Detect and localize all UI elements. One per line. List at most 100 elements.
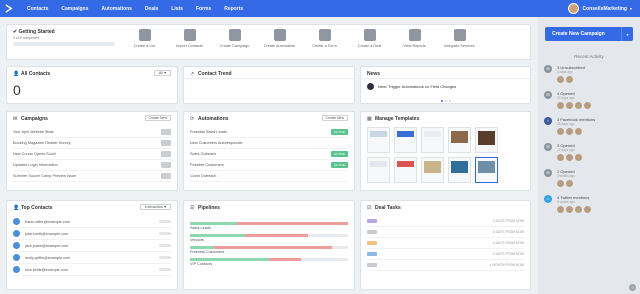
- pagination-dot[interactable]: [444, 100, 447, 102]
- template-thumbnail[interactable]: [421, 127, 444, 153]
- activity-item[interactable]: f3 Facebook mentions 22 days ago: [544, 116, 636, 142]
- contact-email: frank.miller@example.com: [25, 219, 70, 224]
- create-new-automation-button[interactable]: Create New: [321, 115, 348, 121]
- activity-item[interactable]: t4 Twitter mentions 3 weeks ago: [544, 194, 636, 220]
- pipeline-row[interactable]: Potential Customers: [190, 240, 348, 254]
- automations-list: Potential Sales Leads ACTIVE New Customer…: [190, 127, 348, 182]
- list-item[interactable]: Covid Outreach: [190, 171, 348, 182]
- create-new-campaign-label: Create New Campaign: [552, 31, 605, 37]
- list-item[interactable]: nick.bellis@example.com: [13, 264, 171, 276]
- list-item[interactable]: Booking Magazine Reader Survey: [13, 138, 171, 149]
- list-item[interactable]: Summer Soccer Camp Preview Issue: [13, 171, 171, 182]
- avatar[interactable]: [557, 102, 564, 109]
- create-deal-button[interactable]: Create a Deal: [347, 29, 392, 48]
- list-item[interactable]: 3 DAYS FROM NOW: [367, 249, 524, 260]
- top-contacts-title: 👤 Top Contacts: [13, 205, 53, 211]
- avatar[interactable]: [566, 180, 573, 187]
- create-campaign-button[interactable]: Create Campaign: [212, 29, 257, 48]
- list-item[interactable]: Your April Website Stats: [13, 127, 171, 138]
- avatar: [13, 242, 20, 249]
- nav-campaigns[interactable]: Campaigns: [61, 6, 88, 12]
- list-item[interactable]: frank.miller@example.com: [13, 216, 171, 228]
- create-new-campaign-button[interactable]: Create New Campaign ▾: [545, 27, 633, 41]
- avatar[interactable]: [557, 180, 564, 187]
- help-icon[interactable]: ?: [629, 284, 636, 291]
- template-thumbnail[interactable]: [421, 157, 444, 183]
- list-item[interactable]: julia.smith@example.com: [13, 228, 171, 240]
- view-reports-button[interactable]: View Reports: [392, 29, 437, 48]
- avatar[interactable]: [584, 206, 591, 213]
- create-new-campaign-button[interactable]: Create New: [144, 115, 171, 121]
- nav-contacts[interactable]: Contacts: [27, 6, 48, 12]
- avatar[interactable]: [557, 76, 564, 83]
- automations-title-text: Automations: [198, 116, 229, 122]
- template-thumbnail[interactable]: [367, 127, 390, 153]
- list-item[interactable]: New Condo Opens Soon!: [13, 149, 171, 160]
- activity-item[interactable]: ✉ 2 Opened 3 weeks ago: [544, 168, 636, 194]
- avatar[interactable]: [575, 206, 582, 213]
- activity-item[interactable]: ✉ 3 Unsubscribed 3 days ago: [544, 64, 636, 90]
- pagination-dot[interactable]: [440, 100, 443, 102]
- pipeline-row[interactable]: VIP Contacts: [190, 252, 348, 266]
- nav-automations[interactable]: Automations: [101, 6, 132, 12]
- avatar[interactable]: [557, 206, 564, 213]
- avatar[interactable]: [566, 128, 573, 135]
- top-contacts-filter-select[interactable]: Interaction ▾: [140, 204, 171, 210]
- account-menu[interactable]: ConseilsMarketing ▾: [567, 0, 632, 17]
- avatar[interactable]: [575, 154, 582, 161]
- facebook-icon: f: [544, 117, 552, 125]
- nav-deals[interactable]: Deals: [145, 6, 158, 12]
- nav-lists[interactable]: Lists: [171, 6, 183, 12]
- template-thumbnail[interactable]: [475, 127, 498, 153]
- list-item[interactable]: molly.griffin@example.com: [13, 252, 171, 264]
- list-item[interactable]: Updated Login Information: [13, 160, 171, 171]
- template-thumbnail[interactable]: [448, 127, 471, 153]
- template-thumbnail[interactable]: [394, 127, 417, 153]
- avatar[interactable]: [575, 128, 582, 135]
- avatar[interactable]: [566, 76, 573, 83]
- avatar[interactable]: [566, 154, 573, 161]
- list-item[interactable]: 3 DAYS FROM NOW: [367, 216, 524, 227]
- activity-item[interactable]: ✉ 3 Opened 22 days ago: [544, 142, 636, 168]
- import-contacts-button[interactable]: Import Contacts: [167, 29, 212, 48]
- contacts-filter-select[interactable]: All ▾: [153, 70, 171, 76]
- avatar[interactable]: [584, 102, 591, 109]
- list-item[interactable]: 4 MONTH FROM NOW: [367, 260, 524, 271]
- template-thumbnail[interactable]: [367, 157, 390, 183]
- pagination-dot[interactable]: [448, 100, 451, 102]
- avatar[interactable]: [557, 154, 564, 161]
- automation-name: New Customers Autoresponder: [190, 141, 243, 145]
- template-thumbnail[interactable]: [448, 157, 471, 183]
- create-automation-button[interactable]: Create Automation: [257, 29, 302, 48]
- news-pagination[interactable]: [361, 100, 530, 102]
- template-thumbnail[interactable]: [475, 157, 498, 183]
- pipeline-row[interactable]: Vendors: [190, 228, 348, 242]
- avatar[interactable]: [566, 206, 573, 213]
- app-logo-icon[interactable]: [0, 0, 17, 17]
- nav-reports[interactable]: Reports: [224, 6, 243, 12]
- avatar[interactable]: [557, 128, 564, 135]
- chevron-down-icon[interactable]: ▾: [621, 27, 633, 41]
- list-item[interactable]: 4 DAYS FROM NOW: [367, 238, 524, 249]
- list-item[interactable]: jack.jones@example.com: [13, 240, 171, 252]
- list-item[interactable]: 3 DAYS FROM NOW: [367, 227, 524, 238]
- integrate-services-button[interactable]: Integrate Services: [437, 29, 482, 48]
- list-item[interactable]: Sales Outreach ACTIVE: [190, 149, 348, 160]
- list-item[interactable]: New Customers Autoresponder: [190, 138, 348, 149]
- list-item[interactable]: Possible Customers ACTIVE: [190, 160, 348, 171]
- avatar[interactable]: [566, 102, 573, 109]
- pencil-icon: [318, 29, 331, 41]
- news-item[interactable]: New: Trigger Automations on Field Change…: [367, 83, 456, 90]
- avatar[interactable]: [575, 102, 582, 109]
- activity-item[interactable]: ✉ 4 Opened 22 days ago: [544, 90, 636, 116]
- task-due-date: 3 DAYS FROM NOW: [492, 230, 524, 234]
- create-campaign-label: Create Campaign: [219, 44, 250, 48]
- list-item[interactable]: Potential Sales Leads ACTIVE: [190, 127, 348, 138]
- import-contacts-label: Import Contacts: [176, 44, 203, 48]
- create-form-button[interactable]: Create a Form: [302, 29, 347, 48]
- all-contacts-title: 👤 All Contacts: [13, 71, 50, 77]
- create-list-button[interactable]: Create a List: [122, 29, 167, 48]
- template-thumbnail[interactable]: [394, 157, 417, 183]
- nav-forms[interactable]: Forms: [196, 6, 211, 12]
- pipeline-row[interactable]: Sales Leads: [190, 216, 348, 230]
